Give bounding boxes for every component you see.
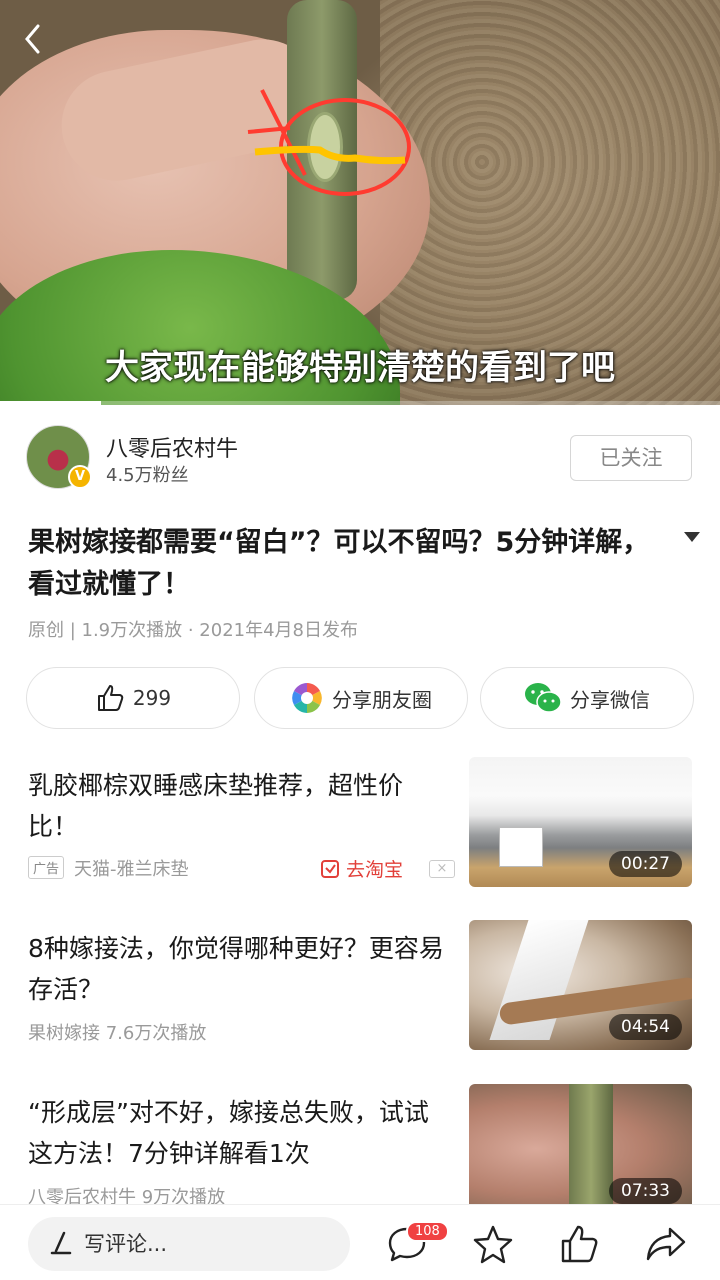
article-meta: 原创 | 1.9万次播放 · 2021年4月8日发布: [28, 620, 359, 641]
like-count: 299: [132, 686, 172, 710]
thumbs-up-icon: [95, 683, 125, 713]
author-row: V 八零后农村牛 4.5万粉丝 已关注: [26, 425, 696, 495]
feed-item-title[interactable]: 乳胶椰棕双睡感床垫推荐，超性价比！: [28, 765, 448, 847]
feed-item-title[interactable]: “形成层”对不好，嫁接总失败，试试这方法！7分钟详解看1次: [28, 1092, 448, 1174]
bottom-toolbar: 写评论... 108: [0, 1204, 720, 1280]
action-row: 299 分享朋友圈 分享微信: [26, 667, 694, 729]
share-moments-button[interactable]: 分享朋友圈: [254, 667, 468, 729]
article-title: 果树嫁接都需要“留白”？可以不留吗？5分钟详解，看过就懂了！: [28, 527, 650, 600]
ad-tag: 广告: [28, 856, 65, 879]
moments-icon: [290, 681, 324, 715]
verified-badge: V: [68, 465, 92, 489]
video-duration: 07:33: [609, 1178, 682, 1204]
feed-item-meta: 广告 天猫-雅兰床垫: [28, 855, 189, 881]
feed-item[interactable]: 8种嫁接法，你觉得哪种更好？更容易存活？ 果树嫁接 7.6万次播放 04:54: [28, 920, 692, 1050]
video-progress-bar[interactable]: [0, 401, 720, 405]
mattress-label: [499, 827, 543, 867]
go-taobao-link[interactable]: 去淘宝: [320, 855, 403, 884]
like-button[interactable]: 299: [26, 667, 240, 729]
feed-item-ad[interactable]: 乳胶椰棕双睡感床垫推荐，超性价比！ 广告 天猫-雅兰床垫 去淘宝 × 00:27: [28, 757, 692, 887]
share-wechat-button[interactable]: 分享微信: [480, 667, 694, 729]
video-duration: 04:54: [609, 1014, 682, 1040]
go-taobao-label: 去淘宝: [346, 859, 404, 881]
feed-item-thumbnail[interactable]: 00:27: [469, 757, 692, 887]
video-player[interactable]: 大家现在能够特别清楚的看到了吧: [0, 0, 720, 405]
pen-icon: [50, 1217, 72, 1278]
expand-arrow-icon[interactable]: [684, 532, 700, 542]
share-icon[interactable]: [644, 1223, 688, 1267]
feed-item[interactable]: “形成层”对不好，嫁接总失败，试试这方法！7分钟详解看1次 八零后农村牛 9万次…: [28, 1084, 692, 1214]
feed-item-thumbnail[interactable]: 04:54: [469, 920, 692, 1050]
wechat-icon: [524, 682, 562, 714]
feed-item-thumbnail[interactable]: 07:33: [469, 1084, 692, 1214]
video-subtitle: 大家现在能够特别清楚的看到了吧: [105, 348, 615, 388]
taobao-icon: [320, 859, 340, 884]
share-wechat-label: 分享微信: [570, 687, 650, 712]
ad-source: 天猫-雅兰床垫: [74, 859, 189, 880]
comment-count-badge: 108: [406, 1221, 449, 1242]
chevron-left-icon[interactable]: [22, 22, 52, 58]
share-moments-label: 分享朋友圈: [332, 687, 432, 712]
follow-button[interactable]: 已关注: [570, 435, 692, 481]
comment-input[interactable]: 写评论...: [28, 1217, 350, 1271]
video-progress-fill: [0, 401, 101, 405]
thumbs-up-icon[interactable]: [558, 1223, 602, 1267]
feed-item-meta: 果树嫁接 7.6万次播放: [28, 1023, 207, 1044]
star-icon[interactable]: [472, 1223, 516, 1267]
ad-close-button[interactable]: ×: [429, 860, 455, 878]
graft-branch: [569, 1084, 613, 1214]
video-duration: 00:27: [609, 851, 682, 877]
author-name[interactable]: 八零后农村牛: [106, 431, 238, 463]
author-fans-count: 4.5万粉丝: [106, 465, 189, 486]
comment-placeholder: 写评论...: [84, 1232, 168, 1256]
feed-item-title[interactable]: 8种嫁接法，你觉得哪种更好？更容易存活？: [28, 928, 448, 1010]
